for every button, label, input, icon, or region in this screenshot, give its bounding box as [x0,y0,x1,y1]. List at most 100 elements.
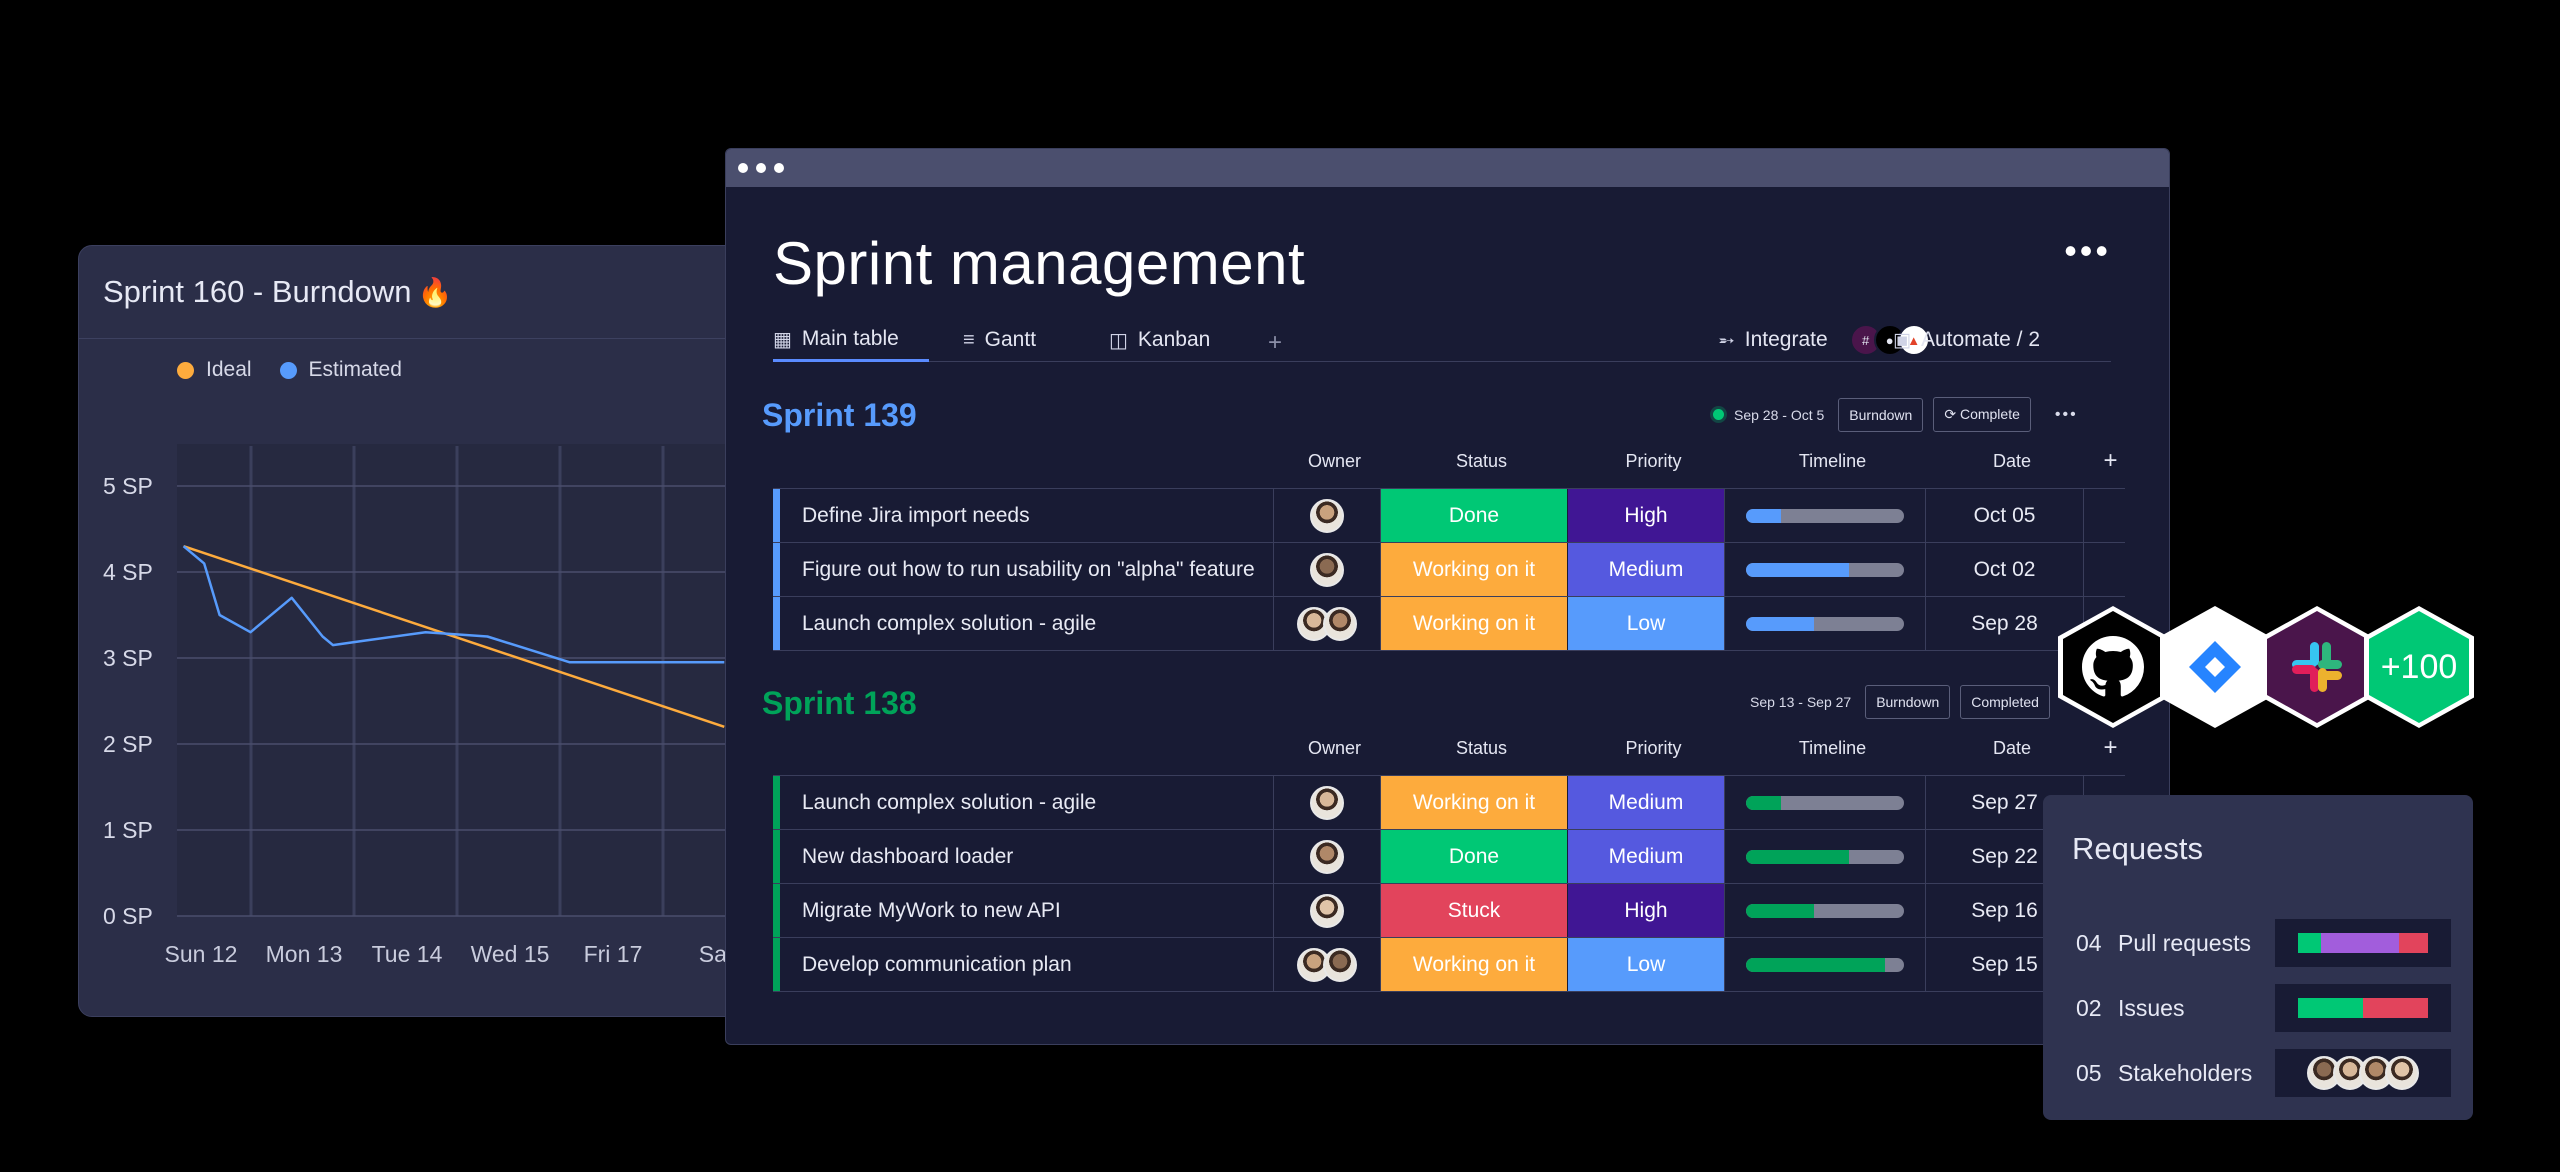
task-name[interactable]: Develop communication plan [780,938,1274,991]
more-integrations-hex[interactable]: +100 [2364,606,2474,728]
status-cell[interactable]: Stuck [1381,884,1568,937]
sprint-138-table: Launch complex solution - agile Working o… [773,775,2125,992]
burndown-button[interactable]: Burndown [1865,685,1951,719]
owner-cell[interactable] [1274,543,1381,596]
timeline-bar [1746,562,1904,577]
task-name[interactable]: New dashboard loader [780,830,1274,883]
jira-hex[interactable] [2160,606,2270,728]
priority-cell[interactable]: Medium [1568,776,1725,829]
timeline-progress [1746,957,1886,972]
legend-ideal: Ideal [177,358,252,382]
status-cell[interactable]: Working on it [1381,776,1568,829]
segment-bar [2298,933,2428,953]
tab-main-table[interactable]: ▦ Main table [773,319,929,362]
jira-icon [2165,611,2265,723]
table-row[interactable]: Figure out how to run usability on "alph… [773,543,2125,597]
window-dot-icon[interactable] [738,163,748,173]
request-row-stakeholders[interactable]: 05 Stakeholders [2076,1049,2252,1097]
request-count: 02 [2076,994,2102,1021]
add-column-button[interactable]: + [2091,447,2130,475]
table-row[interactable]: Define Jira import needs Done High Oct 05 [773,489,2125,543]
owner-cell[interactable] [1274,830,1381,883]
date-cell[interactable]: Oct 02 [1926,543,2084,596]
avatar[interactable] [1310,498,1344,533]
timeline-cell[interactable] [1725,884,1926,937]
timeline-bar [1746,903,1904,918]
add-view-button[interactable]: + [1268,329,1282,357]
column-priority: Priority [1625,738,1682,758]
task-name[interactable]: Figure out how to run usability on "alph… [780,543,1274,596]
table-row[interactable]: New dashboard loader Done Medium Sep 22 [773,830,2125,884]
requests-title: Requests [2072,831,2203,866]
timeline-cell[interactable] [1725,830,1926,883]
group-more-button[interactable]: ••• [2055,406,2078,424]
burndown-chart: Sun 12 Mon 13 Tue 14 Wed 15 Fri 17 Sat5 SP4 S… [103,444,779,967]
burndown-card: Sprint 160 - Burndown 🔥 Ideal Estimated … [78,245,780,1017]
segment [2363,998,2428,1018]
owner-cell[interactable] [1274,776,1381,829]
timeline-cell[interactable] [1725,597,1926,650]
tab-kanban[interactable]: ◫ Kanban [1109,319,1210,361]
timeline-bar [1746,616,1904,631]
window-dot-icon[interactable] [756,163,766,173]
group-color-bar [773,884,780,937]
status-cell[interactable]: Done [1381,830,1568,883]
timeline-cell[interactable] [1725,543,1926,596]
priority-cell[interactable]: Medium [1568,543,1725,596]
owner-cell[interactable] [1274,489,1381,542]
task-name[interactable]: Define Jira import needs [780,489,1274,542]
task-name[interactable]: Launch complex solution - agile [780,597,1274,650]
priority-cell[interactable]: High [1568,489,1725,542]
tab-gantt[interactable]: ≡ Gantt [963,319,1036,361]
table-row[interactable]: Migrate MyWork to new API Stuck High Sep 16 [773,884,2125,938]
table-row[interactable]: Develop communication plan Working on it L… [773,938,2125,992]
add-column-button[interactable]: + [2091,734,2130,762]
owner-cell[interactable] [1274,884,1381,937]
group-title-sprint-139[interactable]: Sprint 139 [762,397,917,434]
priority-cell[interactable]: Low [1568,938,1725,991]
sprint-dates: Sep 28 - Oct 5 [1734,406,1825,423]
owner-cell[interactable] [1274,938,1381,991]
slack-hex[interactable] [2262,606,2372,728]
avatar[interactable] [1323,947,1357,982]
timeline-cell[interactable] [1725,776,1926,829]
avatar[interactable] [1323,606,1357,641]
status-cell[interactable]: Working on it [1381,597,1568,650]
complete-button[interactable]: ⟳ Complete [1933,397,2031,432]
priority-cell[interactable]: Low [1568,597,1725,650]
segment [2321,933,2400,953]
legend-estimated: Estimated [279,358,402,382]
tab-label: Main table [801,327,899,350]
status-cell[interactable]: Done [1381,489,1568,542]
window-dot-icon[interactable] [774,163,784,173]
timeline-bar [1746,957,1904,972]
avatar[interactable] [1310,785,1344,820]
task-name[interactable]: Launch complex solution - agile [780,776,1274,829]
more-integrations-label: +100 [2380,647,2458,686]
owner-cell[interactable] [1274,597,1381,650]
timeline-bar [1746,508,1904,523]
request-row-issues[interactable]: 02 Issues [2076,984,2184,1032]
automate-button[interactable]: ▣ Automate / 2 [1893,319,2040,361]
table-row[interactable]: Launch complex solution - agile Working o… [773,597,2125,651]
request-row-pull-requests[interactable]: 04 Pull requests [2076,919,2251,967]
avatar[interactable] [2385,1056,2419,1090]
status-cell[interactable]: Working on it [1381,543,1568,596]
timeline-cell[interactable] [1725,938,1926,991]
column-timeline: Timeline [1798,738,1867,758]
avatar[interactable] [1310,552,1344,587]
timeline-cell[interactable] [1725,489,1926,542]
task-name[interactable]: Migrate MyWork to new API [780,884,1274,937]
priority-cell[interactable]: Medium [1568,830,1725,883]
group-title-sprint-138[interactable]: Sprint 138 [762,685,917,722]
board-more-button[interactable]: ••• [2064,233,2111,269]
burndown-button[interactable]: Burndown [1838,397,1924,432]
date-cell[interactable]: Oct 05 [1926,489,2084,542]
completed-button[interactable]: Completed [1960,685,2050,719]
priority-cell[interactable]: High [1568,884,1725,937]
table-row[interactable]: Launch complex solution - agile Working o… [773,776,2125,830]
avatar[interactable] [1310,893,1344,928]
empty-cell [2084,543,2123,596]
avatar[interactable] [1310,839,1344,874]
status-cell[interactable]: Working on it [1381,938,1568,991]
